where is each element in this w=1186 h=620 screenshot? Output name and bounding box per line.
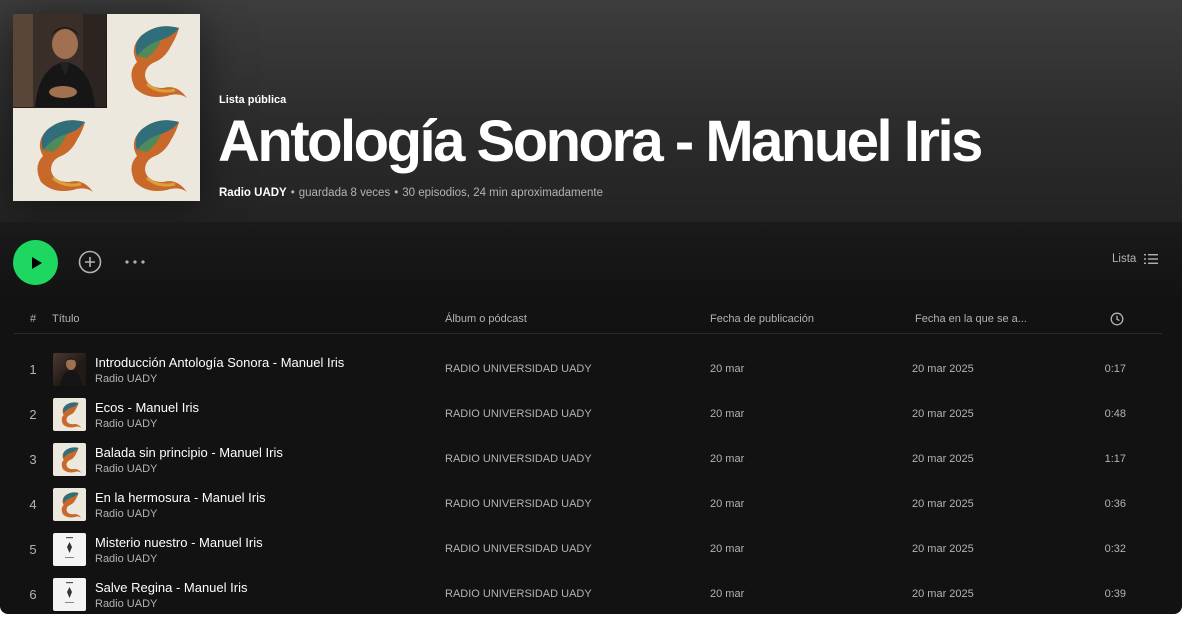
track-title[interactable]: Salve Regina - Manuel Iris xyxy=(95,580,247,595)
track-added-date: 20 mar 2025 xyxy=(912,498,974,510)
track-number: 3 xyxy=(29,452,37,467)
track-number: 5 xyxy=(29,542,37,557)
saves-count: guardada 8 veces xyxy=(298,187,391,199)
track-artist[interactable]: Radio UADY xyxy=(95,553,157,565)
track-thumbnail xyxy=(53,533,86,566)
save-to-library-button[interactable] xyxy=(78,250,102,274)
action-bar: Lista xyxy=(0,222,1182,302)
cover-fish-art xyxy=(106,14,200,108)
track-number: 4 xyxy=(29,497,37,512)
list-view-icon xyxy=(1144,254,1159,264)
track-thumbnail xyxy=(53,398,86,431)
track-album[interactable]: RADIO UNIVERSIDAD UADY xyxy=(445,543,592,555)
track-duration: 0:39 xyxy=(1104,588,1126,600)
track-thumbnail xyxy=(53,443,86,476)
more-options-button[interactable] xyxy=(122,252,148,272)
playlist-window: Lista pública Antología Sonora - Manuel … xyxy=(0,0,1182,614)
track-added-date: 20 mar 2025 xyxy=(912,588,974,600)
separator-dot: • xyxy=(290,187,295,199)
track-thumbnail xyxy=(53,488,86,521)
more-dots-icon xyxy=(125,260,145,264)
column-added[interactable]: Fecha en la que se a... xyxy=(915,313,1027,325)
playlist-header: Lista pública Antología Sonora - Manuel … xyxy=(0,0,1182,222)
track-title[interactable]: Ecos - Manuel Iris xyxy=(95,400,199,415)
playlist-cover[interactable] xyxy=(13,14,200,201)
track-album[interactable]: RADIO UNIVERSIDAD UADY xyxy=(445,453,592,465)
track-duration: 1:17 xyxy=(1104,453,1126,465)
track-artist[interactable]: Radio UADY xyxy=(95,463,157,475)
track-number: 1 xyxy=(29,362,37,377)
track-row[interactable]: 1 Introducción Antología Sonora - Manuel… xyxy=(14,347,1162,392)
separator-dot: • xyxy=(394,187,399,199)
track-added-date: 20 mar 2025 xyxy=(912,363,974,375)
view-mode-button[interactable]: Lista xyxy=(1112,253,1159,265)
track-artist[interactable]: Radio UADY xyxy=(95,418,157,430)
track-artist[interactable]: Radio UADY xyxy=(95,373,157,385)
track-thumbnail xyxy=(53,578,86,611)
column-title[interactable]: Título xyxy=(52,313,80,325)
owner-link[interactable]: Radio UADY xyxy=(219,187,287,199)
track-album[interactable]: RADIO UNIVERSIDAD UADY xyxy=(445,363,592,375)
track-added-date: 20 mar 2025 xyxy=(912,408,974,420)
cover-fish-art xyxy=(13,107,107,201)
column-duration[interactable] xyxy=(1110,312,1124,329)
track-title[interactable]: Balada sin principio - Manuel Iris xyxy=(95,445,283,460)
track-row[interactable]: 5 Misterio nuestro - Manuel Iris Radio U… xyxy=(14,527,1162,572)
track-published-date: 20 mar xyxy=(710,588,745,600)
add-circle-icon xyxy=(78,250,102,274)
tracklist-header: # Título Álbum o pódcast Fecha de public… xyxy=(14,307,1162,334)
track-published-date: 20 mar xyxy=(710,543,745,555)
track-row[interactable]: 2 Ecos - Manuel Iris Radio UADY RADIO UN… xyxy=(14,392,1162,437)
track-published-date: 20 mar xyxy=(710,363,745,375)
column-published[interactable]: Fecha de publicación xyxy=(710,313,814,325)
play-icon xyxy=(31,256,42,269)
track-title[interactable]: Misterio nuestro - Manuel Iris xyxy=(95,535,263,550)
view-mode-label: Lista xyxy=(1112,253,1137,265)
track-artist[interactable]: Radio UADY xyxy=(95,508,157,520)
track-duration: 0:32 xyxy=(1104,543,1126,555)
track-artist[interactable]: Radio UADY xyxy=(95,598,157,610)
track-published-date: 20 mar xyxy=(710,408,745,420)
track-duration: 0:17 xyxy=(1104,363,1126,375)
track-added-date: 20 mar 2025 xyxy=(912,453,974,465)
cover-fish-art xyxy=(106,107,200,201)
track-album[interactable]: RADIO UNIVERSIDAD UADY xyxy=(445,408,592,420)
track-thumbnail xyxy=(53,353,86,386)
track-album[interactable]: RADIO UNIVERSIDAD UADY xyxy=(445,588,592,600)
track-title[interactable]: Introducción Antología Sonora - Manuel I… xyxy=(95,355,344,370)
track-number: 6 xyxy=(29,587,37,602)
track-published-date: 20 mar xyxy=(710,498,745,510)
track-number: 2 xyxy=(29,407,37,422)
track-added-date: 20 mar 2025 xyxy=(912,543,974,555)
column-album[interactable]: Álbum o pódcast xyxy=(445,313,527,325)
play-button[interactable] xyxy=(13,240,58,285)
track-duration: 0:36 xyxy=(1104,498,1126,510)
clock-icon xyxy=(1110,312,1124,326)
track-row[interactable]: 3 Balada sin principio - Manuel Iris Rad… xyxy=(14,437,1162,482)
track-row[interactable]: 4 En la hermosura - Manuel Iris Radio UA… xyxy=(14,482,1162,527)
column-index: # xyxy=(30,313,37,325)
playlist-meta: Radio UADY • guardada 8 veces • 30 episodios… xyxy=(219,187,603,199)
playlist-summary: 30 episodios, 24 min aproximadamente xyxy=(402,187,603,199)
playlist-type-label: Lista pública xyxy=(219,94,287,106)
track-duration: 0:48 xyxy=(1104,408,1126,420)
track-published-date: 20 mar xyxy=(710,453,745,465)
track-album[interactable]: RADIO UNIVERSIDAD UADY xyxy=(445,498,592,510)
track-title[interactable]: En la hermosura - Manuel Iris xyxy=(95,490,266,505)
cover-person-photo xyxy=(13,14,107,108)
page-title[interactable]: Antología Sonora - Manuel Iris xyxy=(218,108,983,175)
track-row[interactable]: 6 Salve Regina - Manuel Iris Radio UADY … xyxy=(14,572,1162,614)
